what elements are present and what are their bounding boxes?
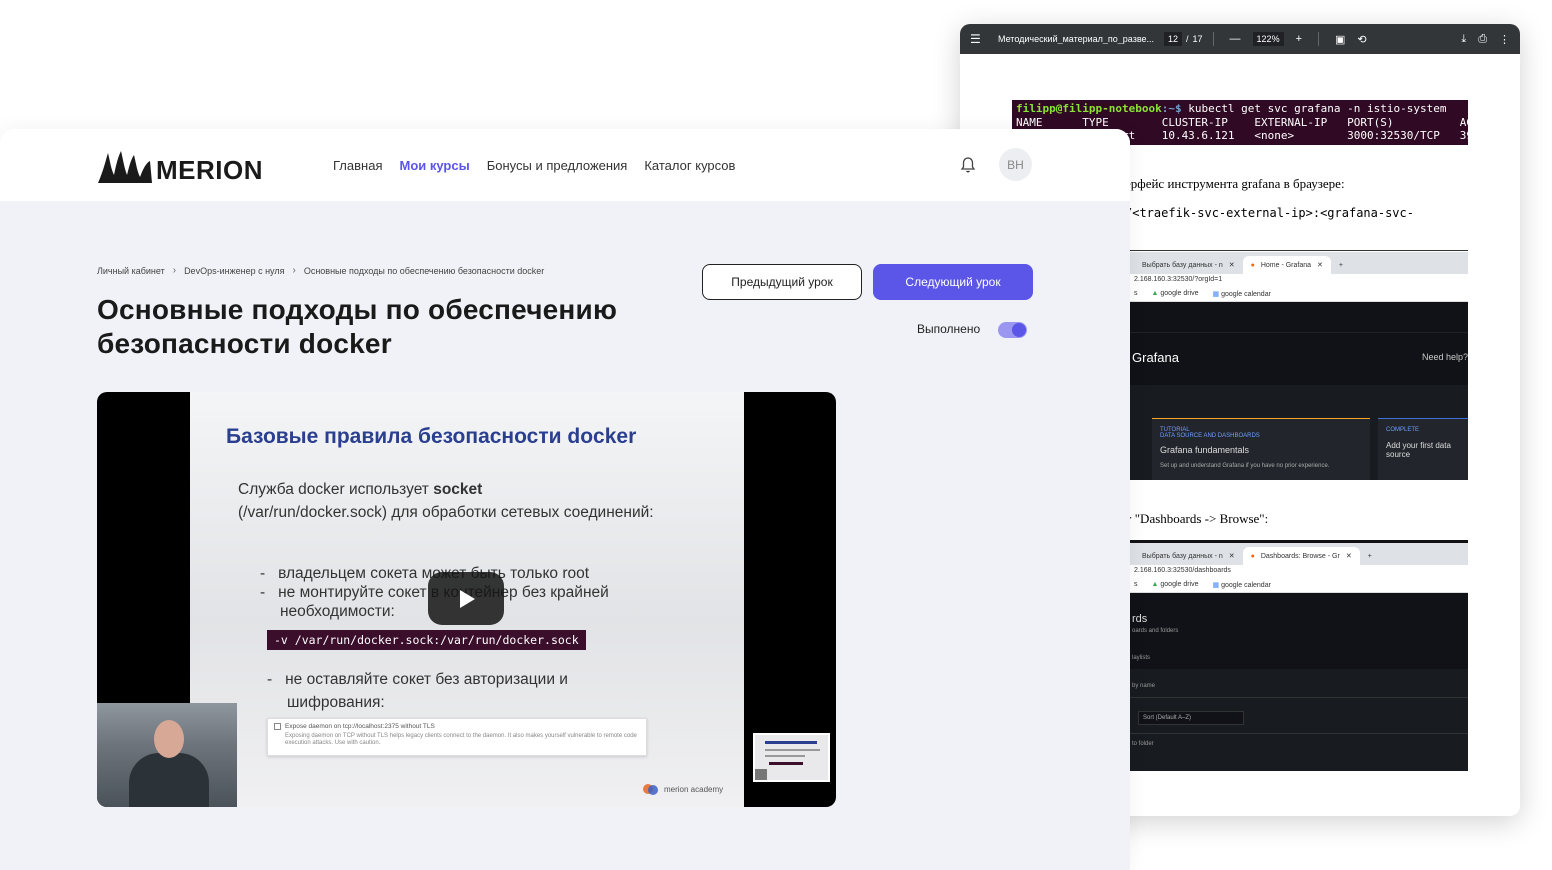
pdf-filename: Методический_материал_по_разве... [998, 34, 1155, 44]
completed-toggle[interactable] [998, 322, 1027, 338]
divider [1130, 250, 1468, 251]
slide-paragraph: Служба docker использует socket (/var/run… [238, 481, 654, 521]
sort-select: Sort (Default A–Z) [1138, 711, 1244, 725]
browser-tab-active: ● Home - Grafana ✕ [1242, 256, 1331, 274]
slide-bullet: - владельцем сокета может быть только ro… [260, 565, 590, 582]
main-nav: Главная Мои курсы Бонусы и предложения К… [333, 158, 735, 173]
dashboards-title: rds [1132, 613, 1148, 625]
bookmarks-bar: s ▲ google drive ▦ google calendar [1130, 577, 1468, 593]
prompt-user: filipp@filipp-notebook [1016, 102, 1162, 115]
merion-academy-logo-icon [643, 784, 658, 795]
zoom-input[interactable]: 122% [1252, 32, 1284, 46]
browser-tab-active: ● Dashboards: Browse - Gr ✕ [1242, 547, 1360, 565]
slide-title: Базовые правила безопасности docker [226, 425, 637, 448]
breadcrumb-item[interactable]: Личный кабинет [97, 266, 165, 276]
breadcrumb-item[interactable]: DevOps-инженер с нуля [184, 266, 284, 276]
toggle-knob [1012, 323, 1026, 337]
avatar[interactable]: ВН [999, 148, 1032, 181]
terminal-header: NAME TYPE CLUSTER-IP EXTERNAL-IP PORT(S)… [1016, 115, 1480, 129]
terminal-command: kubectl get svc grafana -n istio-system [1181, 102, 1447, 115]
new-tab-icon: + [1338, 261, 1343, 269]
grafana-screenshot-home: Выбрать базу данных - n ✕ ● Home - Grafana… [1130, 252, 1468, 480]
nav-my-courses[interactable]: Мои курсы [399, 158, 469, 173]
docker-settings-box: Expose daemon on tcp://localhost:2375 wi… [267, 718, 647, 756]
search-by-name: by name [1132, 683, 1156, 689]
pdf-text-line: у "Dashboards -> Browse": [1125, 511, 1269, 526]
page-title: Основные подходы по обеспечению безопасн… [97, 294, 618, 359]
slide-thumbnail [753, 733, 830, 782]
page-total: 17 [1192, 34, 1203, 44]
video-player[interactable]: Базовые правила безопасности docker Служ… [97, 392, 836, 807]
prev-lesson-button[interactable]: Предыдущий урок [702, 264, 862, 300]
zoom-in-button[interactable]: + [1296, 33, 1302, 45]
rotate-icon[interactable]: ⟲ [1357, 33, 1366, 46]
nav-home[interactable]: Главная [333, 158, 382, 173]
browser-tab: Выбрать базу данных - n ✕ [1142, 552, 1235, 561]
bell-icon[interactable] [960, 156, 976, 174]
toolbar-divider [1212, 32, 1214, 46]
completed-label: Выполнено [917, 322, 981, 336]
lesson-page: MERION Главная Мои курсы Бонусы и предло… [0, 129, 1130, 870]
grafana-title: Grafana [1132, 350, 1179, 365]
help-link: Need help? [1422, 352, 1468, 362]
nav-catalog[interactable]: Каталог курсов [644, 158, 735, 173]
nav-bonuses[interactable]: Бонусы и предложения [487, 158, 628, 173]
address-bar: 2.168.160.3:32530/?orgId=1 [1130, 274, 1468, 286]
breadcrumb-item-current: Основные подходы по обеспечению безопасн… [303, 265, 545, 276]
browser-tabs: Выбрать базу данных - n ✕ ● Dashboards: Br… [1130, 543, 1468, 565]
play-icon [460, 589, 475, 608]
chevron-right-icon: › [292, 265, 296, 276]
pdf-toolbar: ☰ Методический_материал_по_разве... 12 /… [960, 24, 1520, 54]
tutorial-card: TUTORIAL DATA SOURCE AND DASHBOARDS Graf… [1152, 418, 1370, 480]
page-number-input[interactable]: 12 [1164, 32, 1183, 46]
print-icon[interactable]: ⎙ [1478, 33, 1487, 46]
prompt-path: :~$ [1161, 102, 1182, 115]
download-icon[interactable]: ⤓ [1461, 33, 1466, 46]
pdf-mono-line: /<traefik-svc-external-ip>:<grafana-svc- [1125, 206, 1414, 220]
new-tab-icon: + [1367, 552, 1372, 560]
slide-code: -v /var/run/docker.sock:/var/run/docker.… [267, 630, 586, 650]
merion-logo-icon [98, 150, 152, 183]
address-bar: 2.168.160.3:32530/dashboards [1130, 565, 1468, 577]
fit-page-icon[interactable]: ▣ [1335, 33, 1345, 46]
page-separator: / [1186, 34, 1189, 44]
grafana-screenshot-dashboards: Выбрать базу данных - n ✕ ● Dashboards: Br… [1130, 543, 1468, 771]
more-icon[interactable]: ⋮ [1499, 33, 1510, 46]
bookmarks-bar: s ▲ google drive ▦ google calendar [1130, 286, 1468, 302]
site-header: MERION Главная Мои курсы Бонусы и предло… [0, 129, 1130, 201]
playlists-tab: laylists [1132, 655, 1151, 661]
next-lesson-button[interactable]: Следующий урок [873, 264, 1033, 300]
browser-tab: Выбрать базу данных - n ✕ [1142, 261, 1235, 270]
presenter-webcam [97, 703, 237, 807]
merion-academy-brand: merion academy [642, 781, 723, 797]
move-to-folder: to folder [1132, 741, 1154, 747]
toolbar-divider [1318, 32, 1320, 46]
breadcrumb: Личный кабинет › DevOps-инженер с нуля ›… [97, 265, 544, 276]
slide-bullet: - не оставляйте сокет без авторизации и … [267, 671, 568, 711]
complete-card: COMPLETE Add your first data source [1378, 418, 1468, 480]
logo-text: MERION [156, 155, 263, 185]
zoom-out-button[interactable]: — [1230, 33, 1241, 45]
pdf-text-line: ерфейс инструмента grafana в браузере: [1125, 176, 1345, 191]
dashboards-sub: oards and folders [1132, 628, 1179, 634]
play-button[interactable] [428, 572, 504, 625]
menu-icon[interactable]: ☰ [970, 32, 984, 46]
browser-tabs: Выбрать базу данных - n ✕ ● Home - Grafana… [1130, 252, 1468, 274]
merion-logo[interactable]: MERION [96, 147, 263, 186]
chevron-right-icon: › [172, 265, 177, 276]
